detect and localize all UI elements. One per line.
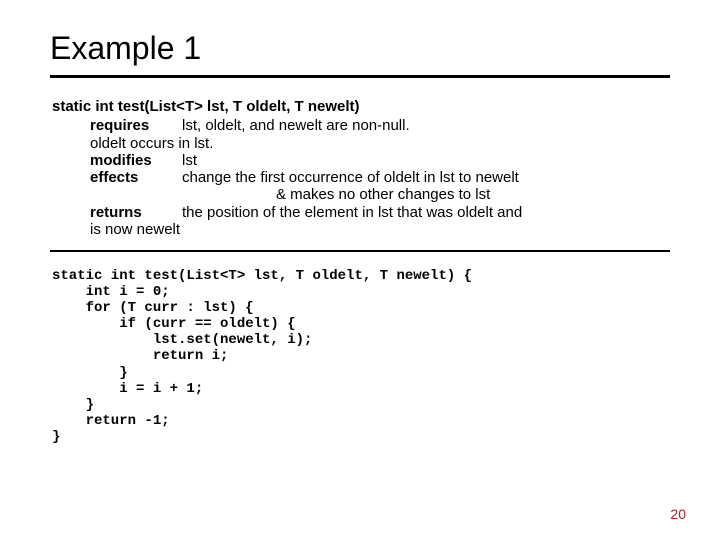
modifies-label: modifies [90,152,182,169]
effects-row: effects change the first occurrence of o… [52,169,670,186]
requires-row: requires lst, oldelt, and newelt are non… [52,117,670,134]
title-divider [50,75,670,78]
slide-title: Example 1 [50,30,670,67]
code-listing: static int test(List<T> lst, T oldelt, T… [50,268,670,445]
effects-label: effects [90,169,182,186]
slide-content: Example 1 static int test(List<T> lst, T… [0,0,720,465]
requires-label: requires [90,117,182,134]
specification-block: static int test(List<T> lst, T oldelt, T… [50,98,670,238]
returns-continuation: is now newelt [52,221,670,238]
requires-text: lst, oldelt, and newelt are non-null. [182,117,670,134]
section-divider [50,250,670,252]
effects-text: change the first occurrence of oldelt in… [182,169,670,186]
method-signature: static int test(List<T> lst, T oldelt, T… [52,98,670,115]
returns-label: returns [90,204,182,221]
requires-continuation: oldelt occurs in lst. [52,135,670,152]
effects-continuation: & makes no other changes to lst [52,186,670,203]
returns-text: the position of the element in lst that … [182,204,670,221]
returns-row: returns the position of the element in l… [52,204,670,221]
page-number: 20 [670,506,686,522]
modifies-row: modifies lst [52,152,670,169]
modifies-text: lst [182,152,670,169]
